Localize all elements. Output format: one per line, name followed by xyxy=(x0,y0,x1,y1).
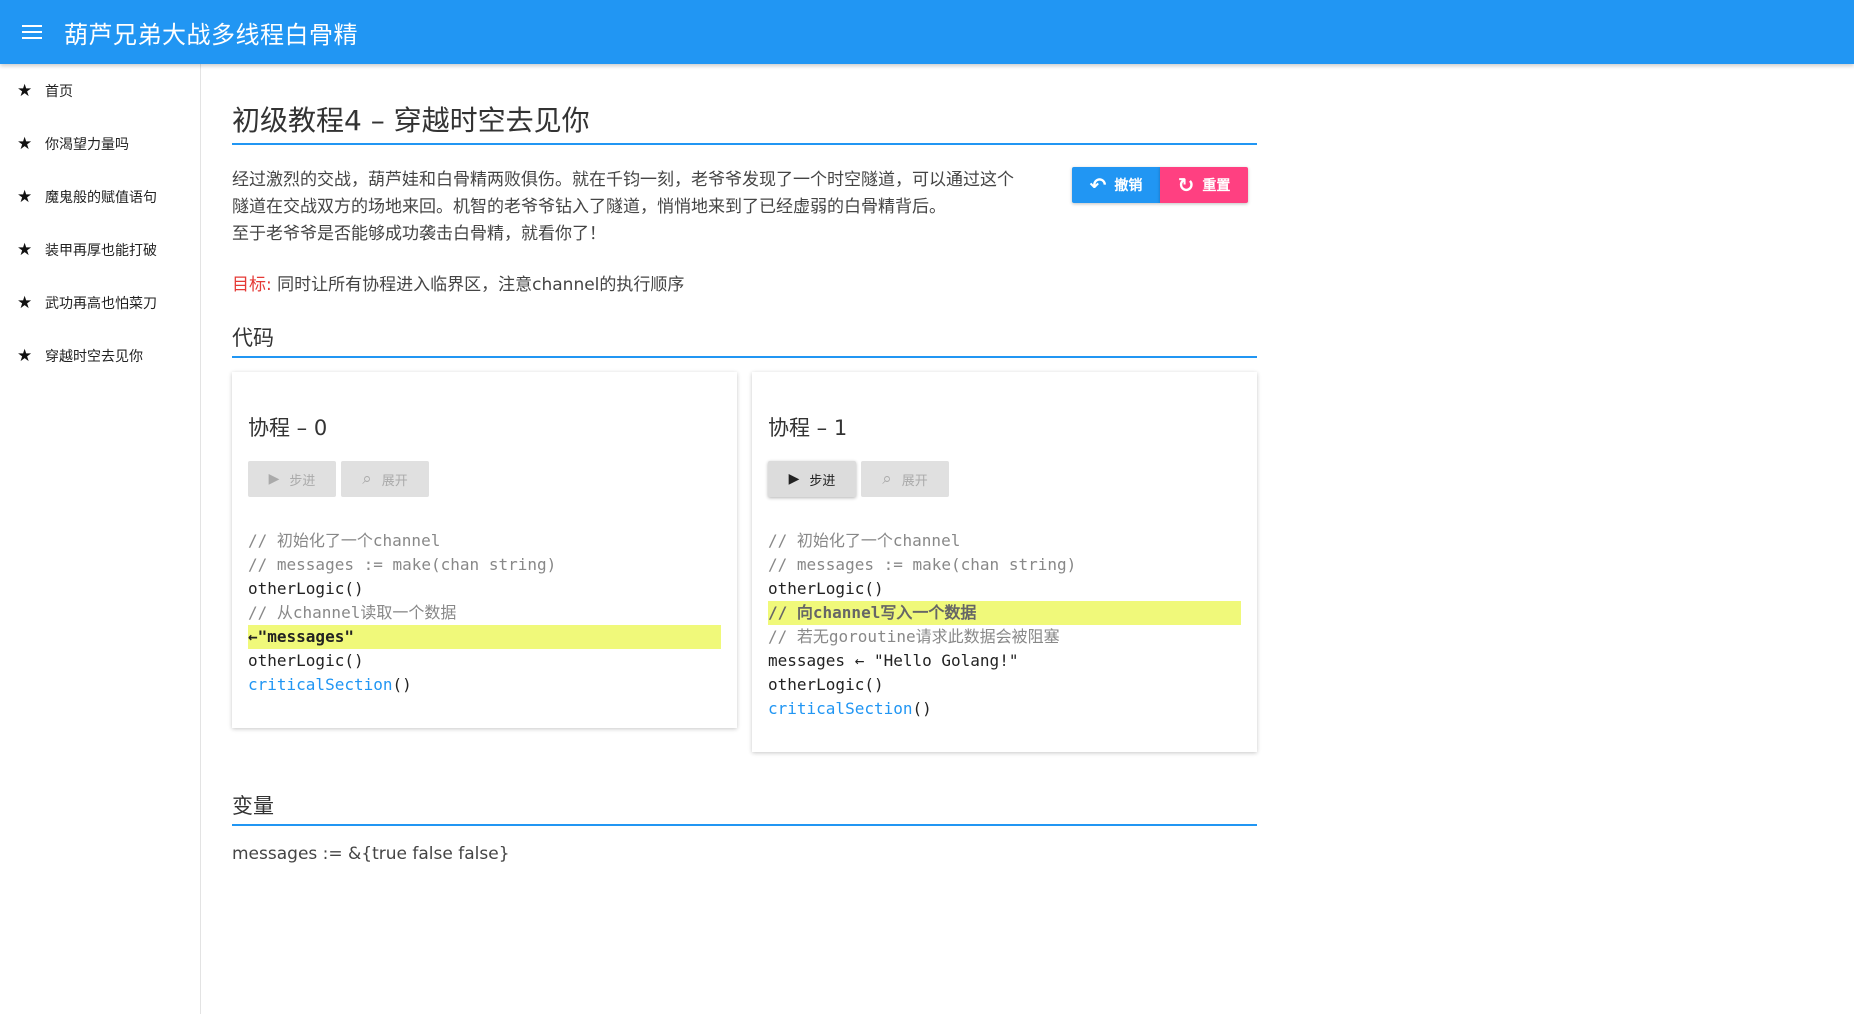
code-line: messages ← "Hello Golang!" xyxy=(768,651,1019,670)
sidebar-item-label: 魔鬼般的赋值语句 xyxy=(45,189,157,206)
goroutine-title: 协程 – 0 xyxy=(248,416,328,440)
sidebar-item-home[interactable]: ★ 首页 xyxy=(0,64,200,117)
code-line-current: ←"messages" xyxy=(248,625,721,649)
intro-text: 经过激烈的交战，葫芦娃和白骨精两败俱伤。就在千钧一刻，老爷爷发现了一个时空隧道，… xyxy=(232,167,1072,248)
step-button[interactable]: ▶ 步进 xyxy=(768,461,856,497)
expand-button[interactable]: ⌕ 展开 xyxy=(341,461,429,497)
menu-icon[interactable] xyxy=(0,0,64,64)
goroutine-cards: 协程 – 0 ▶ 步进 ⌕ 展开 // 初始化了一个channel // mes… xyxy=(232,372,1257,752)
variable-value: messages := &{true false false} xyxy=(232,844,510,864)
app-title: 葫芦兄弟大战多线程白骨精 xyxy=(64,20,358,49)
intro-line: 隧道在交战双方的场地来回。机智的老爷爷钻入了隧道，悄悄地来到了已经虚弱的白骨精背… xyxy=(232,197,946,217)
sidebar-item-armor[interactable]: ★ 装甲再厚也能打破 xyxy=(0,223,200,276)
code-block: // 初始化了一个channel // messages := make(cha… xyxy=(768,529,1241,721)
sidebar-item-assignment[interactable]: ★ 魔鬼般的赋值语句 xyxy=(0,170,200,223)
code-line: // 初始化了一个channel xyxy=(248,531,441,550)
reset-button[interactable]: ↻ 重置 xyxy=(1160,167,1248,203)
code-line: otherLogic() xyxy=(248,579,364,598)
star-icon: ★ xyxy=(17,292,33,313)
call-parens: () xyxy=(912,699,932,718)
call-parens: () xyxy=(392,675,412,694)
sidebar-item-timetravel[interactable]: ★ 穿越时空去见你 xyxy=(0,329,200,382)
sidebar-item-kungfu[interactable]: ★ 武功再高也怕菜刀 xyxy=(0,276,200,329)
code-line: // 从channel读取一个数据 xyxy=(248,603,457,622)
code-line: otherLogic() xyxy=(768,675,884,694)
goroutine-card-0: 协程 – 0 ▶ 步进 ⌕ 展开 // 初始化了一个channel // mes… xyxy=(232,372,737,728)
critical-section-fn: criticalSection xyxy=(248,675,393,694)
sidebar: ★ 首页 ★ 你渴望力量吗 ★ 魔鬼般的赋值语句 ★ 装甲再厚也能打破 ★ 武功… xyxy=(0,64,201,1014)
code-heading: 代码 xyxy=(232,322,1257,358)
goal: 目标: 同时让所有协程进入临界区，注意channel的执行顺序 xyxy=(232,270,1257,295)
intro-line: 至于老爷爷是否能够成功袭击白骨精，就看你了！ xyxy=(232,224,606,244)
intro-line: 经过激烈的交战，葫芦娃和白骨精两败俱伤。就在千钧一刻，老爷爷发现了一个时空隧道，… xyxy=(232,170,1014,190)
sidebar-item-label: 装甲再厚也能打破 xyxy=(45,242,157,259)
expand-button[interactable]: ⌕ 展开 xyxy=(861,461,949,497)
code-line: // messages := make(chan string) xyxy=(768,555,1077,574)
code-line: // messages := make(chan string) xyxy=(248,555,557,574)
step-label: 步进 xyxy=(809,473,836,489)
code-block: // 初始化了一个channel // messages := make(cha… xyxy=(248,529,721,697)
star-icon: ★ xyxy=(17,186,33,207)
sidebar-item-label: 穿越时空去见你 xyxy=(45,348,143,365)
play-icon: ▶ xyxy=(268,471,280,487)
undo-label: 撤销 xyxy=(1114,178,1143,194)
code-line-current: // 向channel写入一个数据 xyxy=(768,601,1241,625)
main-content: 初级教程4 – 穿越时空去见你 经过激烈的交战，葫芦娃和白骨精两败俱伤。就在千钧… xyxy=(232,64,1257,864)
code-line: criticalSection() xyxy=(248,673,721,697)
zoom-icon: ⌕ xyxy=(882,469,892,489)
code-line: // 若无goroutine请求此数据会被阻塞 xyxy=(768,627,1060,646)
zoom-icon: ⌕ xyxy=(362,469,372,489)
star-icon: ★ xyxy=(17,80,33,101)
sidebar-item-power[interactable]: ★ 你渴望力量吗 xyxy=(0,117,200,170)
critical-section-fn: criticalSection xyxy=(768,699,913,718)
undo-icon: ↶ xyxy=(1089,173,1107,197)
variables-heading: 变量 xyxy=(232,790,1257,826)
expand-label: 展开 xyxy=(901,473,928,489)
goal-text: 同时让所有协程进入临界区，注意channel的执行顺序 xyxy=(277,275,685,295)
code-line: otherLogic() xyxy=(248,651,364,670)
undo-button[interactable]: ↶ 撤销 xyxy=(1072,167,1160,203)
sidebar-item-label: 武功再高也怕菜刀 xyxy=(45,295,157,312)
star-icon: ★ xyxy=(17,133,33,154)
goroutine-card-1: 协程 – 1 ▶ 步进 ⌕ 展开 // 初始化了一个channel // mes… xyxy=(752,372,1257,752)
step-button[interactable]: ▶ 步进 xyxy=(248,461,336,497)
expand-label: 展开 xyxy=(381,473,408,489)
app-bar: 葫芦兄弟大战多线程白骨精 xyxy=(0,0,1854,64)
code-line: // 初始化了一个channel xyxy=(768,531,961,550)
step-label: 步进 xyxy=(289,473,316,489)
refresh-icon: ↻ xyxy=(1177,173,1195,197)
goal-label: 目标: xyxy=(232,275,272,295)
code-line: otherLogic() xyxy=(768,579,884,598)
page-title: 初级教程4 – 穿越时空去见你 xyxy=(232,99,1257,145)
reset-label: 重置 xyxy=(1202,178,1231,194)
sidebar-item-label: 首页 xyxy=(45,83,73,100)
star-icon: ★ xyxy=(17,239,33,260)
star-icon: ★ xyxy=(17,345,33,366)
action-buttons: ↶ 撤销 ↻ 重置 xyxy=(1072,167,1248,203)
goroutine-title: 协程 – 1 xyxy=(768,416,848,440)
code-line: criticalSection() xyxy=(768,697,1241,721)
sidebar-item-label: 你渴望力量吗 xyxy=(45,136,129,153)
play-icon: ▶ xyxy=(788,471,800,487)
